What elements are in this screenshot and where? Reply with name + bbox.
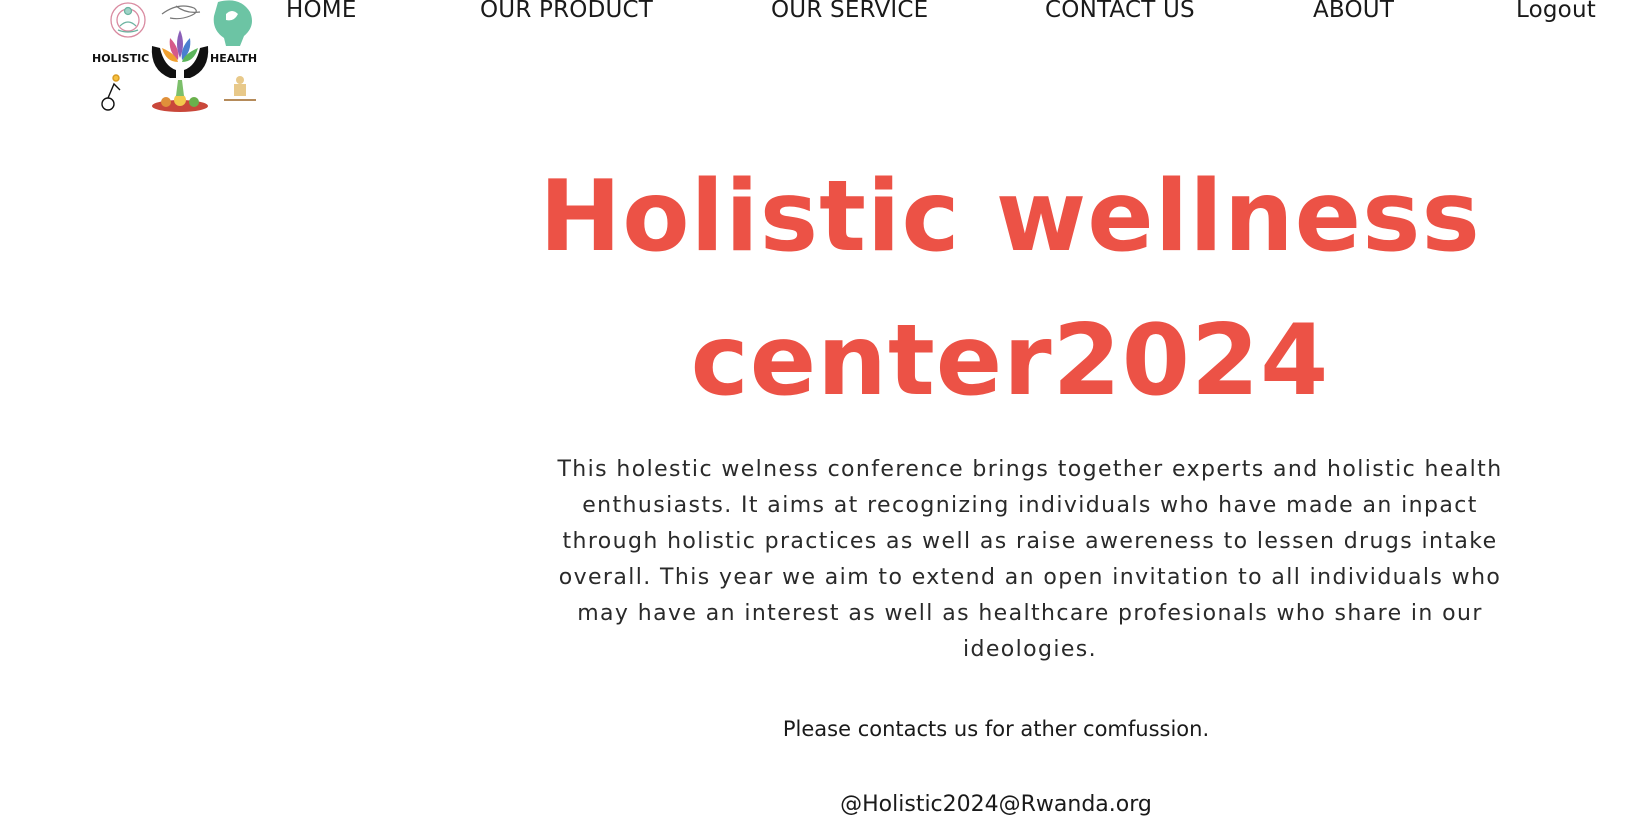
nav-home[interactable]: HOME — [286, 0, 357, 23]
nav-contact-us[interactable]: CONTACT US — [1045, 0, 1195, 23]
main-nav: HOME OUR PRODUCT OUR SERVICE CONTACT US … — [0, 0, 1638, 30]
nav-about[interactable]: ABOUT — [1313, 0, 1394, 23]
hero-title: Holistic wellness center2024 — [539, 160, 1481, 418]
page: HOLISTIC HEALTH HOME OUR PRODUCT OUR SER… — [0, 0, 1638, 817]
nav-our-product[interactable]: OUR PRODUCT — [480, 0, 653, 23]
healthy-food-icon — [152, 80, 208, 112]
contact-note: Please contacts us for ather comfussion. — [782, 717, 1210, 741]
logo-left-text: HOLISTIC — [92, 52, 149, 65]
nav-our-service[interactable]: OUR SERVICE — [771, 0, 928, 23]
seated-person-icon — [224, 76, 256, 101]
cyclist-icon — [101, 74, 121, 111]
logout-link[interactable]: Logout — [1516, 0, 1596, 23]
lotus-hands-icon — [151, 30, 209, 78]
contact-email[interactable]: @Holistic2024@Rwanda.org — [540, 792, 1452, 817]
hero-description: This holestic welness conference brings … — [557, 457, 1503, 662]
logo-right-text: HEALTH — [210, 52, 257, 65]
